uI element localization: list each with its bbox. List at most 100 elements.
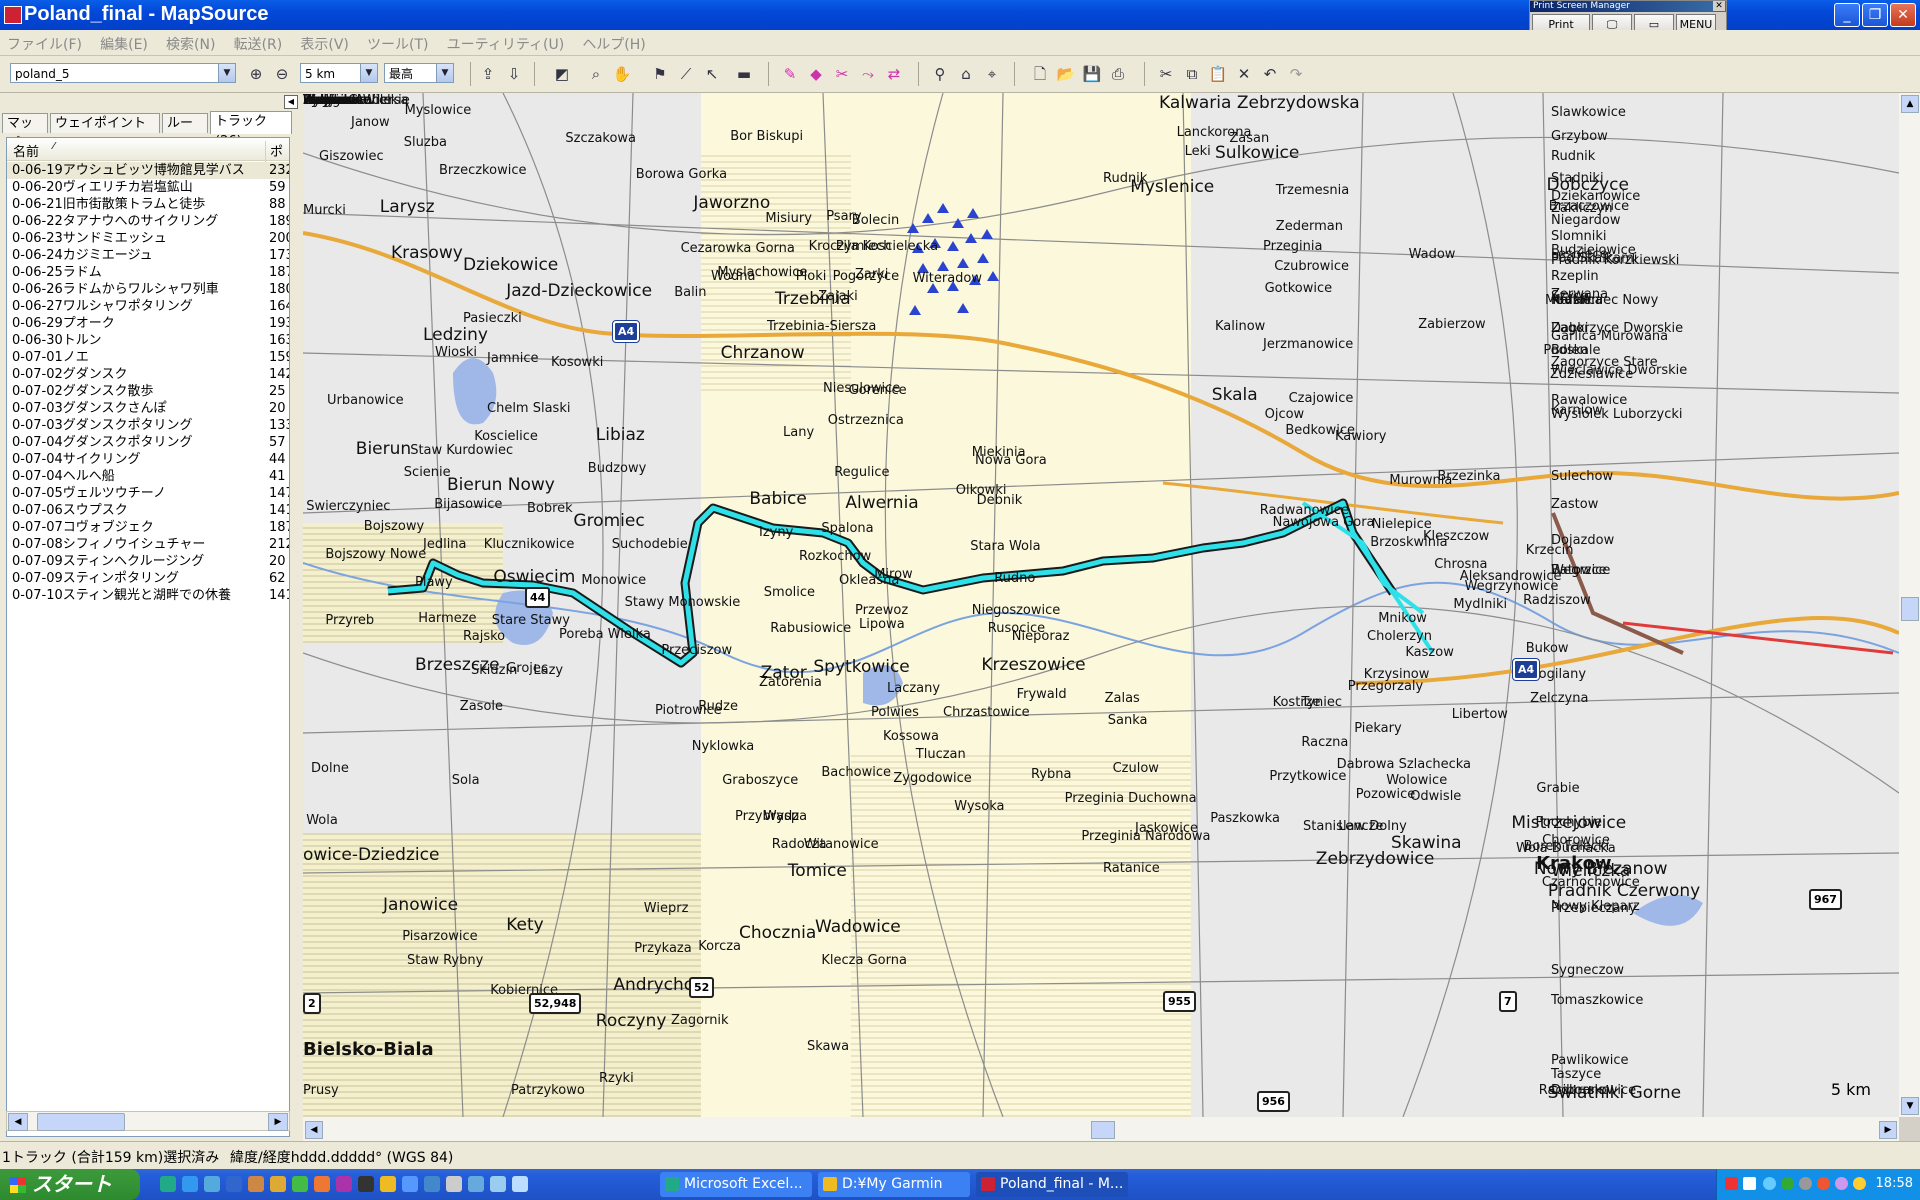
tray-help-icon[interactable] [1743,1177,1756,1190]
tab-tracks[interactable]: トラック (26) [210,111,292,149]
map-horizontal-scrollbar[interactable]: ◀ ▶ [303,1117,1899,1141]
track-row[interactable]: 0-06-26ラドムからワルシャワ列車 180 [7,281,289,298]
track-row[interactable]: 0-06-29プオーク 193 [7,315,289,332]
tab-waypoints[interactable]: ウェイポイント (1) [50,113,160,151]
track-row[interactable]: 0-07-02グダンスク散歩 25 [7,383,289,400]
quicklaunch-firefox-icon[interactable] [314,1176,330,1192]
track-row[interactable]: 0-07-04サイクリング 44 [7,451,289,468]
quicklaunch-word-icon[interactable] [226,1176,242,1192]
track-row[interactable]: 0-07-06スウプスク 141 [7,502,289,519]
taskbar-item-mapsource[interactable]: Poland_final - M... [976,1172,1128,1197]
send-to-device-icon[interactable]: ⇩ [504,64,524,84]
waypoint-tool-icon[interactable]: ⚑ [650,64,670,84]
scroll-down-icon[interactable]: ▼ [1901,1097,1919,1115]
quicklaunch-app-icon[interactable] [490,1176,506,1192]
zoom-tool-icon[interactable]: ⌕ [586,64,606,84]
quicklaunch-outlook-icon[interactable] [182,1176,198,1192]
copy-icon[interactable]: ⧉ [1182,64,1202,84]
quicklaunch-app-icon[interactable] [512,1176,528,1192]
tray-volume-icon[interactable] [1853,1177,1866,1190]
track-row[interactable]: 0-06-23サンドミエッシュ 200 [7,230,289,247]
track-row[interactable]: 0-07-07コヴォブジェク 187 [7,519,289,536]
measure-tool-icon[interactable]: ▬ [734,64,754,84]
track-row[interactable]: 0-07-09スティンポタリング 62 [7,570,289,587]
join-track-icon[interactable]: ⤳ [858,64,878,84]
find-nearby-icon[interactable]: ⌖ [982,64,1002,84]
zoom-scale-select[interactable]: 5 km ▼ [300,63,378,83]
quicklaunch-app-icon[interactable] [292,1176,308,1192]
track-row[interactable]: 0-07-09スティンヘクルージング 20 [7,553,289,570]
tray-app-icon[interactable] [1835,1177,1848,1190]
quicklaunch-excel-icon[interactable] [160,1176,176,1192]
quicklaunch-app-icon[interactable] [446,1176,462,1192]
tab-routes[interactable]: ルート [162,113,208,151]
quicklaunch-app-icon[interactable] [424,1176,440,1192]
quicklaunch-app-icon[interactable] [358,1176,374,1192]
map-product-select[interactable]: poland_5 ▼ [10,63,236,83]
receive-from-device-icon[interactable]: ⇪ [478,64,498,84]
new-file-icon[interactable]: 🗋 [1030,64,1050,84]
track-row[interactable]: 0-07-08シフィノウイシュチャー 212 [7,536,289,553]
menu-edit[interactable]: 編集(E) [93,30,155,58]
find-places-icon[interactable]: ⌂ [956,64,976,84]
track-row[interactable]: 0-07-10スティン観光と湖畔での休養 141 [7,587,289,604]
menu-transfer[interactable]: 転送(R) [227,30,290,58]
divide-track-icon[interactable]: ✂ [832,64,852,84]
start-button[interactable]: スタート [0,1169,140,1200]
taskbar-item-excel[interactable]: Microsoft Excel... [660,1172,812,1197]
map-view[interactable]: Myslowice Janow Sluzba Giszowiec Brzeczkowic… [303,93,1899,1117]
eraser-tool-icon[interactable]: ◆ [806,64,826,84]
save-icon[interactable]: 💾 [1082,64,1102,84]
track-row[interactable]: 0-06-20ヴィエリチカ岩塩鉱山 59 [7,179,289,196]
close-button[interactable]: ✕ [1890,3,1916,27]
track-tool-icon[interactable]: ✎ [780,64,800,84]
track-row[interactable]: 0-07-04グダンスクポタリング 57 [7,434,289,451]
map-vertical-scrollbar[interactable]: ▲ ▼ [1899,93,1920,1117]
hand-tool-icon[interactable]: ✋ [612,64,632,84]
tray-acrobat-icon[interactable] [1725,1177,1738,1190]
scroll-left-icon[interactable]: ◀ [305,1121,323,1139]
quicklaunch-app-icon[interactable] [380,1176,396,1192]
mapsource-app-icon[interactable] [4,6,22,24]
selection-arrow-icon[interactable]: ↖ [702,64,722,84]
track-row[interactable]: 0-06-22タアナウへのサイクリング 189 [7,213,289,230]
track-row[interactable]: 0-07-02グダンスク 142 [7,366,289,383]
tray-app-icon[interactable] [1817,1177,1830,1190]
collapse-panel-button[interactable]: ◀ [284,95,298,109]
tray-app-icon[interactable] [1781,1177,1794,1190]
detail-select[interactable]: 最高 ▼ [384,63,454,83]
scroll-right-icon[interactable]: ▶ [268,1113,288,1131]
scroll-thumb[interactable] [37,1113,125,1131]
scroll-right-icon[interactable]: ▶ [1879,1121,1897,1139]
zoom-out-icon[interactable]: ⊖ [272,64,292,84]
cut-icon[interactable]: ✂ [1156,64,1176,84]
reverse-track-icon[interactable]: ⇄ [884,64,904,84]
track-row[interactable]: 0-06-25ラドム 187 [7,264,289,281]
menu-tools[interactable]: ツール(T) [360,30,435,58]
tray-app-icon[interactable] [1799,1177,1812,1190]
minimize-button[interactable]: _ [1834,3,1860,27]
quicklaunch-app-icon[interactable] [248,1176,264,1192]
quicklaunch-app-icon[interactable] [270,1176,286,1192]
zoom-in-icon[interactable]: ⊕ [246,64,266,84]
track-row[interactable]: 0-07-03グダンスクさんぽ 20 [7,400,289,417]
track-row[interactable]: 0-07-01ノエ 159 [7,349,289,366]
paste-icon[interactable]: 📋 [1208,64,1228,84]
menu-view[interactable]: 表示(V) [293,30,356,58]
taskbar-item-explorer[interactable]: D:¥My Garmin [818,1172,970,1197]
track-row[interactable]: 0-07-03グダンスクポタリング 133 [7,417,289,434]
track-row[interactable]: 0-06-27ワルシャワポタリング 164 [7,298,289,315]
restore-button[interactable]: ❐ [1862,3,1888,27]
track-row[interactable]: 0-06-30トルン 163 [7,332,289,349]
quicklaunch-ie-icon[interactable] [204,1176,220,1192]
scroll-left-icon[interactable]: ◀ [8,1113,28,1131]
menu-utility[interactable]: ユーティリティ(U) [440,30,572,58]
psm-close-button[interactable]: ✕ [1713,1,1725,11]
menu-file[interactable]: ファイル(F) [0,30,89,58]
delete-icon[interactable]: ✕ [1234,64,1254,84]
menu-help[interactable]: ヘルプ(H) [575,30,652,58]
route-tool-icon[interactable]: ⟋ [676,64,696,84]
quicklaunch-app-icon[interactable] [402,1176,418,1192]
tab-maps[interactable]: マップ [2,113,48,151]
column-name-header[interactable]: 名前 [13,141,39,160]
